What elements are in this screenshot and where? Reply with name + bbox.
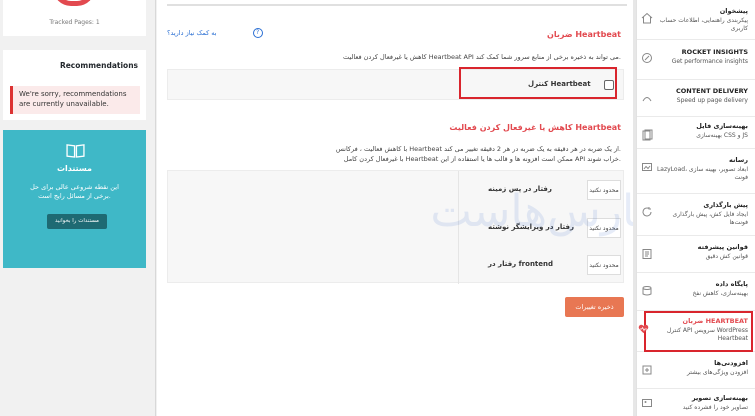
book-icon <box>66 144 85 158</box>
sidebar-item-subtitle: پیکربندی راهنمایی، اطلاعات حساب کاربری <box>659 17 748 32</box>
heartbeat-section-title: ضربان Heartbeat <box>547 30 621 39</box>
watermark-logo: پارس‌هاست <box>430 186 647 237</box>
sidebar-item-advanced-rules[interactable]: قوانین پیشرفته قوانین کش دقیق <box>637 236 755 273</box>
help-link-text[interactable]: به کمک نیاز دارید؟ <box>167 29 217 37</box>
recommendations-alert: We're sorry, recommendations are current… <box>10 86 140 114</box>
sidebar-item-subtitle: بهینه‌سازی، کاهش نفخ <box>692 290 748 297</box>
image-icon <box>642 399 652 407</box>
row-divider <box>458 246 459 284</box>
save-changes-button[interactable]: ذخیره تغییرات <box>565 297 624 317</box>
reduce-section-title: کاهش یا غیرفعال کردن فعالیت Heartbeat <box>449 123 621 132</box>
option-label: رفتار در frontend <box>488 260 554 268</box>
docs-title: مستندات <box>56 164 93 173</box>
sidebar-item-subtitle: قوانین کش دقیق <box>705 253 748 260</box>
home-icon <box>641 12 653 24</box>
sidebar-item-image-optimization[interactable]: بهینه‌سازی تصویر تصاویر خود را فشرده کنی… <box>637 389 755 416</box>
rules-icon <box>642 249 652 259</box>
sidebar-item-content-delivery[interactable]: CONTENT DELIVERY Speed up page delivery <box>637 80 755 117</box>
help-icon[interactable]: ? <box>252 28 263 38</box>
sidebar-item-title: پایگاه داده <box>715 280 748 288</box>
sidebar-item-subtitle: Speed up page delivery <box>676 97 748 104</box>
sidebar-item-title: رسانه <box>729 156 748 164</box>
sidebar-item-file-optimization[interactable]: بهینه‌سازی فایل بهینه‌سازی CSS و JS <box>637 117 755 149</box>
sidebar-item-addons[interactable]: افزودنی‌ها افزودن ویژگی‌های بیشتر <box>637 352 755 389</box>
documentation-card: مستندات این نقطه شروعی عالی برای حل برخی… <box>3 130 146 268</box>
sidebar-item-title: پیش بارگذاری <box>703 201 748 209</box>
media-icon <box>642 163 652 171</box>
tracked-pages-card: Tracked Pages: 1 <box>3 0 146 36</box>
insights-icon <box>642 53 652 63</box>
sidebar-item-subtitle: ایجاد فایل کش، پیش بارگذاری فونت‌ها <box>672 211 748 226</box>
sidebar-item-title: قوانین پیشرفته <box>697 243 748 251</box>
tracked-pages-label: Tracked Pages: 1 <box>49 19 100 26</box>
sidebar-item-subtitle: Get performance insights <box>671 58 748 65</box>
sidebar-item-subtitle: بهینه‌سازی CSS و JS <box>696 132 748 139</box>
database-icon <box>642 286 652 296</box>
sidebar-item-title: بهینه‌سازی فایل <box>696 122 748 130</box>
recommendations-card: Recommendations We're sorry, recommendat… <box>3 50 146 120</box>
sidebar-item-title: پیشخوان <box>719 7 748 15</box>
heartbeat-description: کاهش یا غیرفعال کردن فعالیت Heartbeat AP… <box>343 53 621 61</box>
sidebar-item-title: ROCKET INSIGHTS <box>681 48 748 56</box>
sidebar-item-title: بهینه‌سازی تصویر <box>691 394 748 402</box>
option-select[interactable]: محدود نکنید <box>587 255 621 275</box>
sidebar-item-preload[interactable]: پیش بارگذاری ایجاد فایل کش، پیش بارگذاری… <box>637 194 755 236</box>
heartbeat-icon <box>638 324 649 334</box>
main-panel: به کمک نیاز دارید؟ ? ضربان Heartbeat کاه… <box>157 0 648 416</box>
sidebar-nav: پیشخوان پیکربندی راهنمایی، اطلاعات حساب … <box>636 0 755 416</box>
heartbeat-nav-highlight <box>644 311 753 352</box>
heartbeat-control-highlight <box>459 67 617 99</box>
sidebar-item-dashboard[interactable]: پیشخوان پیکربندی راهنمایی، اطلاعات حساب … <box>637 0 755 40</box>
sidebar-item-title: افزودنی‌ها <box>714 359 748 367</box>
left-column: Tracked Pages: 1 Recommendations We're s… <box>0 0 155 416</box>
delivery-icon <box>642 97 652 102</box>
read-docs-button[interactable]: مستندات را بخوانید <box>47 214 107 229</box>
tracked-gauge <box>53 0 95 6</box>
addons-icon <box>642 365 652 375</box>
sidebar-item-subtitle: افزودن ویژگی‌های بیشتر <box>686 369 748 376</box>
sidebar-item-title: CONTENT DELIVERY <box>676 87 748 95</box>
sidebar-item-database[interactable]: پایگاه داده بهینه‌سازی، کاهش نفخ <box>637 273 755 311</box>
sidebar-item-subtitle: تصاویر خود را فشرده کنید <box>682 404 748 411</box>
sidebar-item-media[interactable]: رسانه LazyLoad، ابعاد تصویر، بهینه سازی … <box>637 149 755 194</box>
top-divider <box>167 4 627 6</box>
preload-icon <box>642 207 652 217</box>
file-icon <box>642 129 653 141</box>
reduce-description-2: با غیرفعال کردن کامل Heartbeat ممکن است … <box>343 155 621 163</box>
help-link[interactable]: به کمک نیاز دارید؟ ? <box>167 28 263 38</box>
sidebar-item-rocket-insights[interactable]: ROCKET INSIGHTS Get performance insights <box>637 40 755 80</box>
sidebar-item-subtitle: LazyLoad، ابعاد تصویر، بهینه سازی فونت <box>656 166 748 181</box>
watermark-text: پارس‌هاست <box>430 186 647 237</box>
option-row-frontend: رفتار در frontend محدود نکنید <box>168 246 625 284</box>
recommendations-title: Recommendations <box>59 61 138 70</box>
docs-description: این نقطه شروعی عالی برای حل برخی از مسائ… <box>30 183 119 200</box>
column-divider <box>155 0 156 416</box>
reduce-description-1: با کاهش فعالیت ، فرکانس Heartbeat از یک … <box>335 145 621 153</box>
